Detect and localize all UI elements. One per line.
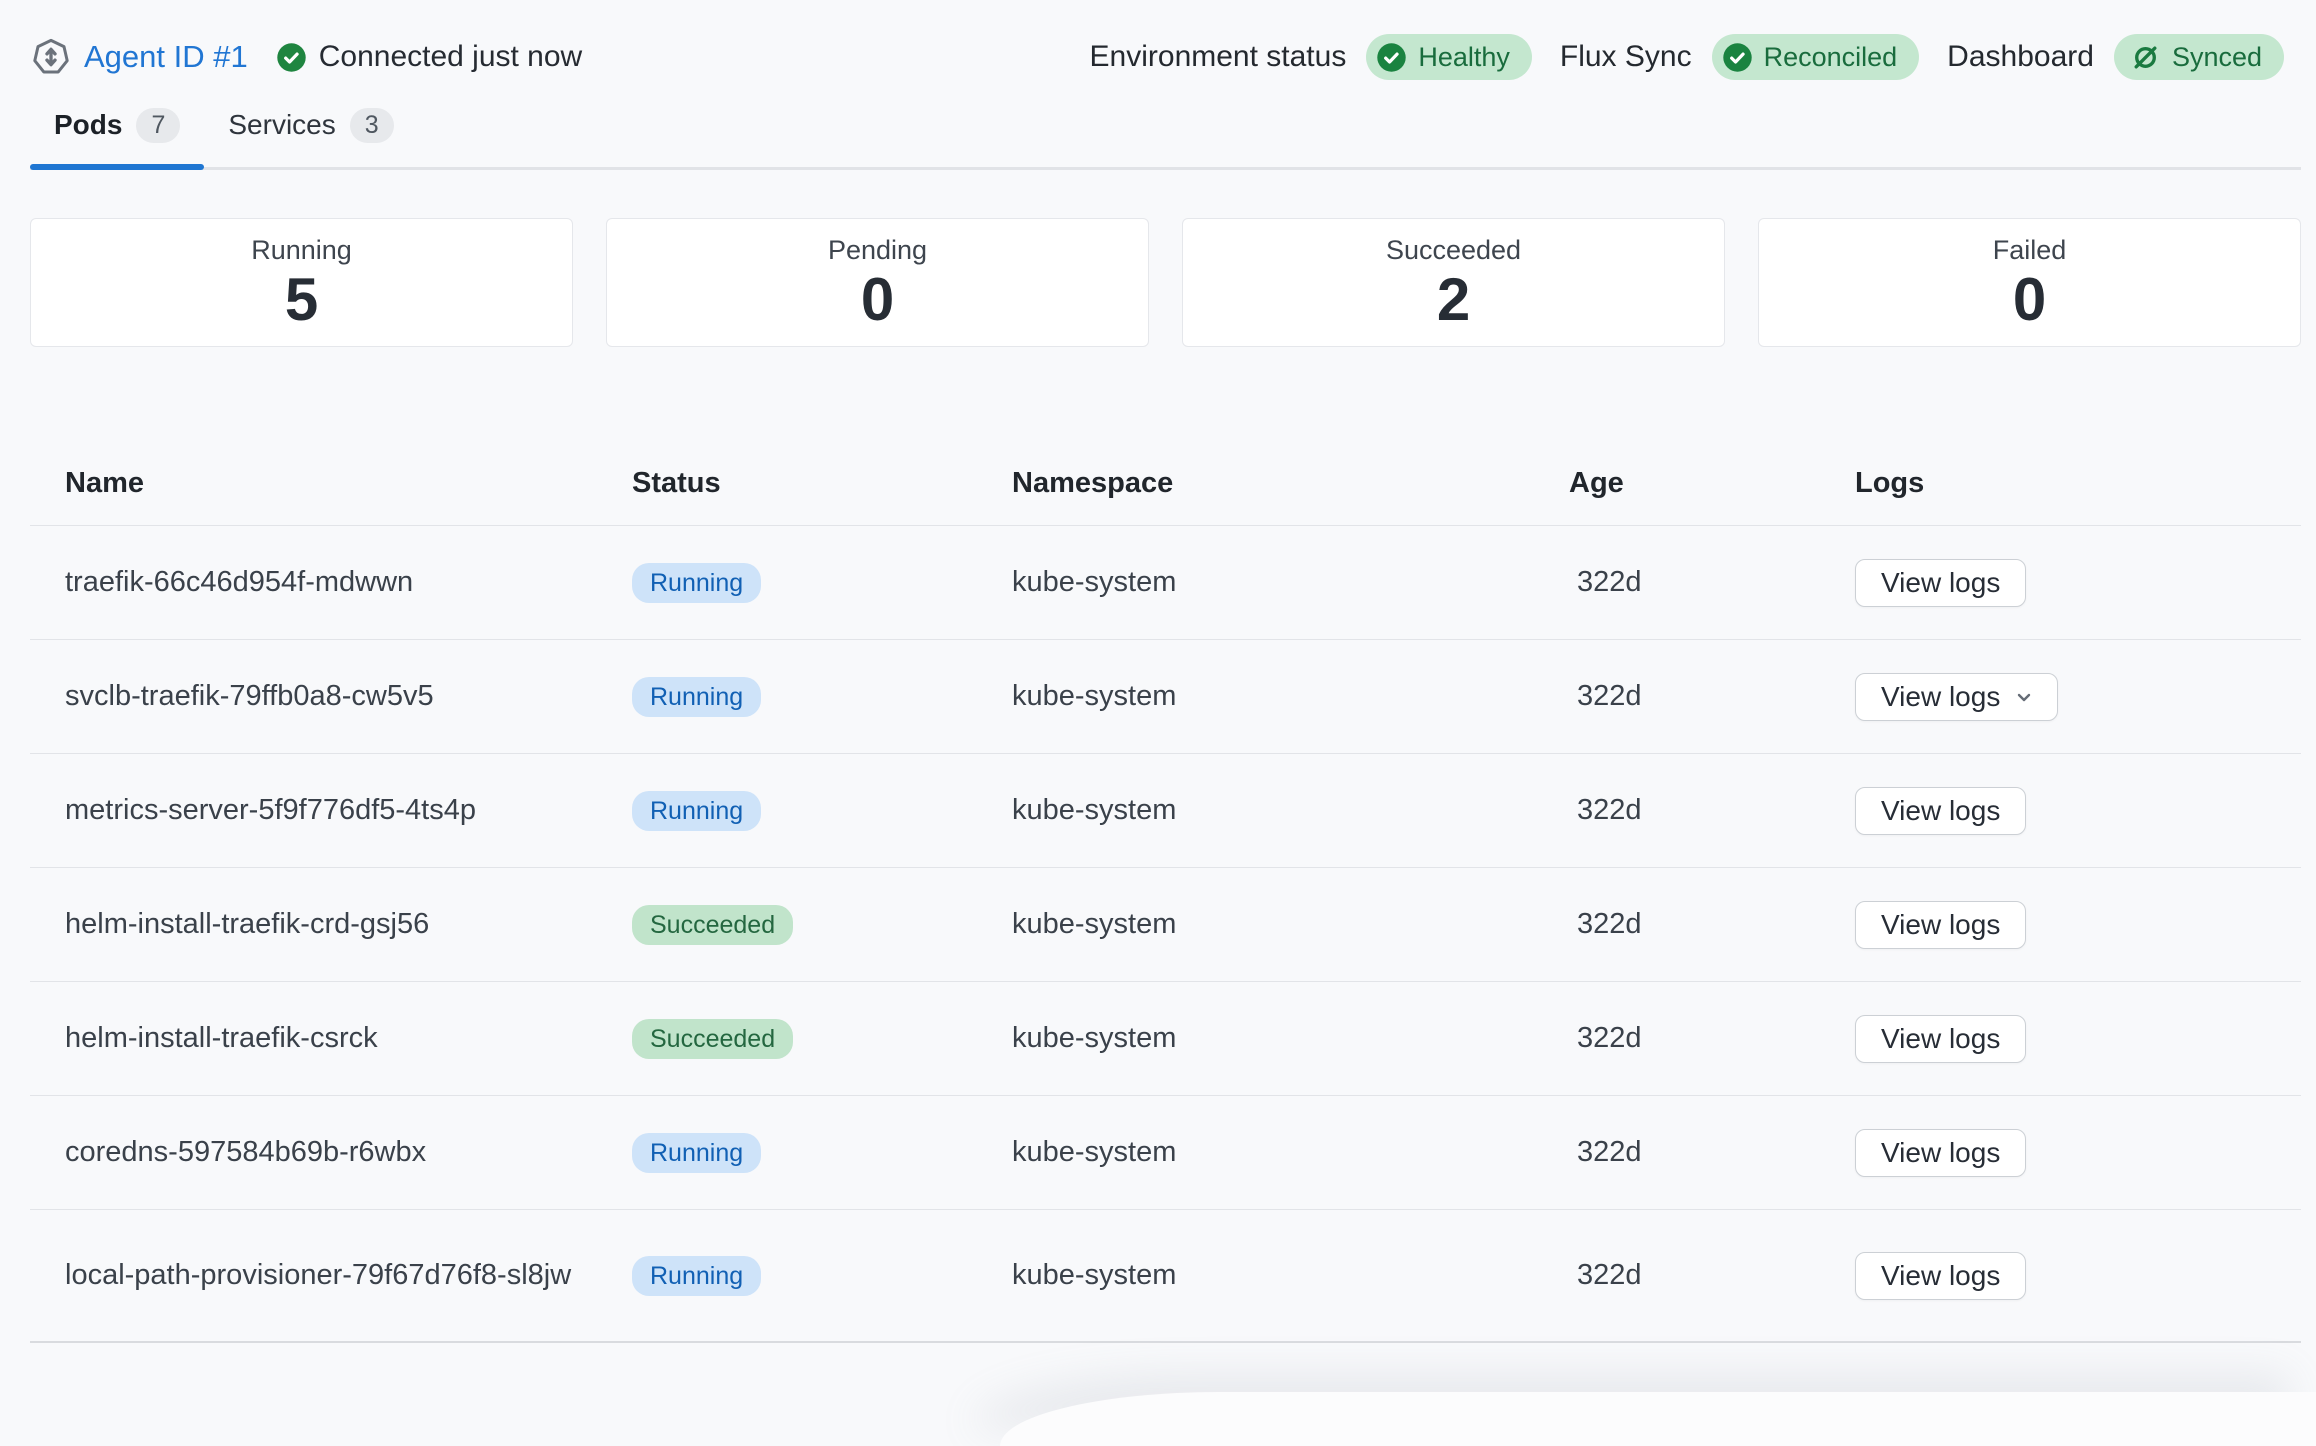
view-logs-button[interactable]: View logs [1855, 787, 2026, 835]
view-logs-label: View logs [1881, 1260, 2000, 1292]
sync-slash-icon [2130, 42, 2161, 73]
table-row: metrics-server-5f9f776df5-4ts4p Running … [30, 754, 2301, 868]
flux-sync-label: Flux Sync [1560, 40, 1692, 74]
card-failed-value: 0 [2013, 270, 2046, 330]
card-running: Running 5 [30, 218, 573, 347]
table-row: helm-install-traefik-csrck Succeeded kub… [30, 982, 2301, 1096]
view-logs-button[interactable]: View logs [1855, 1252, 2026, 1300]
reconciled-badge-label: Reconciled [1764, 42, 1898, 73]
tab-pods-count: 7 [136, 108, 180, 144]
column-header-namespace: Namespace [1012, 467, 1569, 500]
pod-age: 322d [1569, 680, 1855, 713]
check-circle-icon [1722, 42, 1753, 73]
pod-name: helm-install-traefik-crd-gsj56 [65, 908, 585, 942]
tab-pods-label: Pods [54, 109, 122, 141]
pod-namespace: kube-system [1012, 1259, 1569, 1292]
card-failed-label: Failed [1993, 235, 2067, 266]
tab-pods[interactable]: Pods 7 [30, 108, 204, 168]
card-pending-value: 0 [861, 270, 894, 330]
tab-services-label: Services [228, 109, 335, 141]
card-succeeded-label: Succeeded [1386, 235, 1521, 266]
agent-shield-arrows-icon [30, 36, 72, 78]
tab-bar: Pods 7 Services 3 [30, 98, 2301, 170]
card-running-value: 5 [285, 270, 318, 330]
pod-age: 322d [1569, 794, 1855, 827]
view-logs-button[interactable]: View logs [1855, 1129, 2026, 1177]
pod-name: svclb-traefik-79ffb0a8-cw5v5 [65, 680, 585, 714]
tab-services-count: 3 [350, 108, 394, 144]
pod-name: coredns-597584b69b-r6wbx [65, 1136, 585, 1170]
view-logs-label: View logs [1881, 795, 2000, 827]
environment-badges: Environment status Healthy Flux Sync [1090, 34, 2284, 80]
pod-age: 322d [1569, 1136, 1855, 1169]
check-circle-icon [276, 42, 307, 73]
healthy-badge: Healthy [1366, 34, 1532, 80]
table-row: traefik-66c46d954f-mdwwn Running kube-sy… [30, 526, 2301, 640]
pod-namespace: kube-system [1012, 1136, 1569, 1169]
status-badge: Running [632, 677, 761, 717]
pod-namespace: kube-system [1012, 566, 1569, 599]
status-badge: Running [632, 563, 761, 603]
dashboard-label: Dashboard [1947, 40, 2094, 74]
synced-badge: Synced [2114, 34, 2284, 80]
table-header-row: Name Status Namespace Age Logs [30, 442, 2301, 526]
view-logs-label: View logs [1881, 681, 2000, 713]
status-badge: Succeeded [632, 905, 793, 945]
pod-namespace: kube-system [1012, 794, 1569, 827]
card-succeeded-value: 2 [1437, 270, 1470, 330]
view-logs-label: View logs [1881, 1023, 2000, 1055]
view-logs-button[interactable]: View logs [1855, 901, 2026, 949]
table-row: svclb-traefik-79ffb0a8-cw5v5 Running kub… [30, 640, 2301, 754]
table-row: helm-install-traefik-crd-gsj56 Succeeded… [30, 868, 2301, 982]
card-pending: Pending 0 [606, 218, 1149, 347]
pod-age: 322d [1569, 908, 1855, 941]
reconciled-badge: Reconciled [1712, 34, 1920, 80]
view-logs-label: View logs [1881, 567, 2000, 599]
card-pending-label: Pending [828, 235, 927, 266]
top-bar: Agent ID #1 Connected just now Environme… [0, 0, 2316, 84]
pod-namespace: kube-system [1012, 680, 1569, 713]
pod-age: 322d [1569, 1022, 1855, 1055]
connection-status: Connected just now [276, 40, 583, 74]
table-row: coredns-597584b69b-r6wbx Running kube-sy… [30, 1096, 2301, 1210]
column-header-status: Status [632, 467, 1012, 500]
pod-namespace: kube-system [1012, 908, 1569, 941]
pod-name: traefik-66c46d954f-mdwwn [65, 566, 585, 600]
pod-age: 322d [1569, 1259, 1855, 1292]
healthy-badge-label: Healthy [1418, 42, 1510, 73]
column-header-logs: Logs [1855, 467, 2301, 500]
pod-name: metrics-server-5f9f776df5-4ts4p [65, 794, 585, 828]
summary-cards: Running 5 Pending 0 Succeeded 2 Failed 0 [30, 218, 2301, 347]
card-running-label: Running [251, 235, 352, 266]
card-failed: Failed 0 [1758, 218, 2301, 347]
status-badge: Running [632, 1256, 761, 1296]
view-logs-label: View logs [1881, 909, 2000, 941]
view-logs-dropdown-button[interactable]: View logs [1855, 673, 2058, 721]
chevron-down-icon [2012, 685, 2036, 709]
card-succeeded: Succeeded 2 [1182, 218, 1725, 347]
view-logs-button[interactable]: View logs [1855, 559, 2026, 607]
agent-id-link[interactable]: Agent ID #1 [84, 39, 248, 75]
column-header-name: Name [65, 467, 632, 500]
synced-badge-label: Synced [2172, 42, 2262, 73]
bottom-panel-edge [1000, 1392, 2316, 1446]
status-badge: Running [632, 791, 761, 831]
pods-table: Name Status Namespace Age Logs traefik-6… [30, 442, 2301, 1343]
connected-label: Connected just now [319, 40, 583, 74]
pod-age: 322d [1569, 566, 1855, 599]
view-logs-button[interactable]: View logs [1855, 1015, 2026, 1063]
environment-status-label: Environment status [1090, 40, 1347, 74]
dashboard-screen: Agent ID #1 Connected just now Environme… [0, 0, 2316, 1446]
status-badge: Running [632, 1133, 761, 1173]
column-header-age: Age [1569, 467, 1855, 500]
check-circle-icon [1376, 42, 1407, 73]
pod-name: local-path-provisioner-79f67d76f8-sl8jw [65, 1259, 585, 1293]
status-badge: Succeeded [632, 1019, 793, 1059]
table-row: local-path-provisioner-79f67d76f8-sl8jw … [30, 1210, 2301, 1343]
view-logs-label: View logs [1881, 1137, 2000, 1169]
agent-status-group: Agent ID #1 Connected just now [30, 36, 582, 78]
pod-name: helm-install-traefik-csrck [65, 1022, 585, 1056]
tab-services[interactable]: Services 3 [204, 108, 417, 168]
pod-namespace: kube-system [1012, 1022, 1569, 1055]
